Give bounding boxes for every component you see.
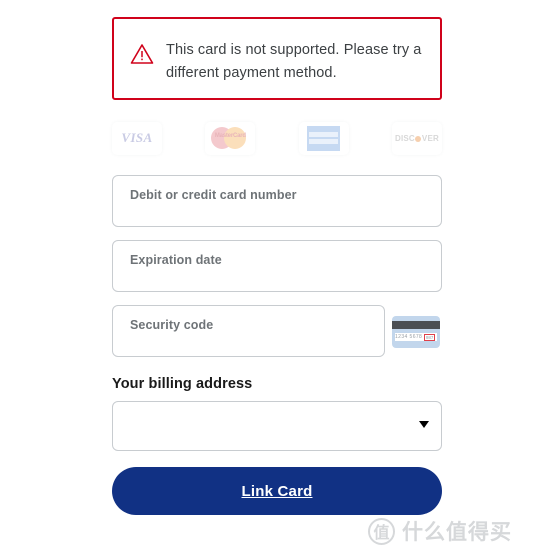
- expiration-date-input[interactable]: Expiration date: [112, 240, 442, 292]
- error-message: This card is not supported. Please try a…: [166, 42, 422, 82]
- mastercard-circles: MasterCard: [210, 126, 250, 150]
- accepted-card-brands: VISA MasterCard DISC VER: [112, 118, 442, 158]
- warning-triangle-icon: [130, 42, 154, 66]
- cvv-highlight: 987: [424, 333, 435, 341]
- discover-logo: DISC VER: [391, 121, 442, 155]
- expiration-date-label: Expiration date: [130, 253, 222, 267]
- link-card-button[interactable]: Link Card: [112, 467, 442, 515]
- amex-logo: [298, 121, 349, 155]
- security-code-input[interactable]: Security code: [112, 305, 385, 357]
- magnetic-stripe: [392, 321, 440, 329]
- card-number-input[interactable]: Debit or credit card number: [112, 175, 442, 227]
- discover-label-after: VER: [421, 133, 439, 143]
- billing-address-heading: Your billing address: [112, 376, 253, 392]
- amex-block: [307, 125, 341, 151]
- signature-strip: 1234 5678 987: [395, 333, 437, 341]
- discover-label-before: DISC: [394, 133, 415, 143]
- credit-card-back-icon: 1234 5678 987: [392, 316, 440, 348]
- billing-address-select[interactable]: [112, 401, 442, 451]
- error-banner: This card is not supported. Please try a…: [112, 17, 442, 100]
- security-code-label: Security code: [130, 318, 214, 332]
- amex-line-bottom: [309, 139, 339, 144]
- amex-line-top: [309, 132, 339, 137]
- watermark-text: 什么值得买: [402, 520, 512, 544]
- watermark: 值 什么值得买: [368, 516, 512, 546]
- visa-label: VISA: [121, 130, 153, 145]
- watermark-logo: 值: [368, 517, 395, 545]
- visa-logo: VISA: [112, 121, 162, 155]
- mastercard-logo: MasterCard: [205, 121, 256, 155]
- chevron-down-icon[interactable]: [419, 421, 429, 428]
- card-digits: 1234 5678: [395, 334, 423, 340]
- mastercard-label: MasterCard: [214, 133, 246, 139]
- card-number-label: Debit or credit card number: [130, 188, 297, 202]
- discover-orange-dot: [415, 135, 422, 142]
- discover-label: DISC VER: [395, 134, 439, 143]
